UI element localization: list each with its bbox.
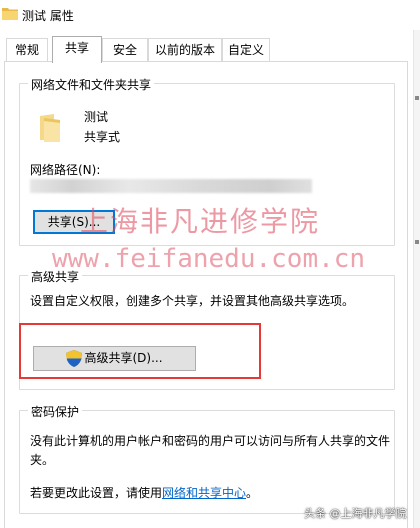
tab-customize[interactable]: 自定义	[222, 38, 270, 62]
window-title: 测试 属性	[22, 9, 74, 23]
network-share-group-title: 网络文件和文件夹共享	[28, 76, 155, 93]
tab-previous-versions[interactable]: 以前的版本	[148, 38, 222, 62]
folder-name: 测试	[84, 110, 109, 124]
password-change-text: 若要更改此设置，请使用网络和共享中心。	[30, 484, 258, 501]
window-edge	[413, 30, 420, 528]
edge-mark	[415, 96, 419, 100]
tab-strip: 常规 共享 安全 以前的版本 自定义	[0, 36, 420, 63]
password-change-suffix: 。	[246, 486, 259, 500]
network-path-value[interactable]	[30, 179, 312, 193]
advanced-share-group-title: 高级共享	[28, 268, 83, 285]
share-button[interactable]: 共享(S)...	[33, 210, 115, 234]
advanced-share-button-label: 高级共享(D)...	[84, 351, 163, 365]
password-protection-group-title: 密码保护	[28, 403, 83, 420]
tab-sharing[interactable]: 共享	[52, 36, 102, 63]
share-status: 共享式	[84, 130, 121, 144]
network-sharing-center-link[interactable]: 网络和共享中心	[162, 486, 246, 500]
shared-folder-icon	[40, 114, 60, 142]
tab-general[interactable]: 常规	[6, 38, 48, 62]
password-change-prefix: 若要更改此设置，请使用	[30, 486, 163, 500]
advanced-share-description: 设置自定义权限，创建多个共享，并设置其他高级共享选项。	[30, 294, 355, 308]
uac-shield-icon	[66, 350, 82, 367]
tab-security[interactable]: 安全	[102, 38, 148, 62]
title-bar[interactable]: 测试 属性	[0, 0, 420, 30]
edge-mark	[415, 240, 419, 244]
network-path-label: 网络路径(N):	[30, 163, 101, 177]
advanced-share-button[interactable]: 高级共享(D)...	[33, 346, 196, 371]
password-protection-description: 没有此计算机的用户帐户和密码的用户可以访问与所有人共享的文件夹。	[30, 434, 391, 467]
folder-icon	[2, 8, 18, 20]
